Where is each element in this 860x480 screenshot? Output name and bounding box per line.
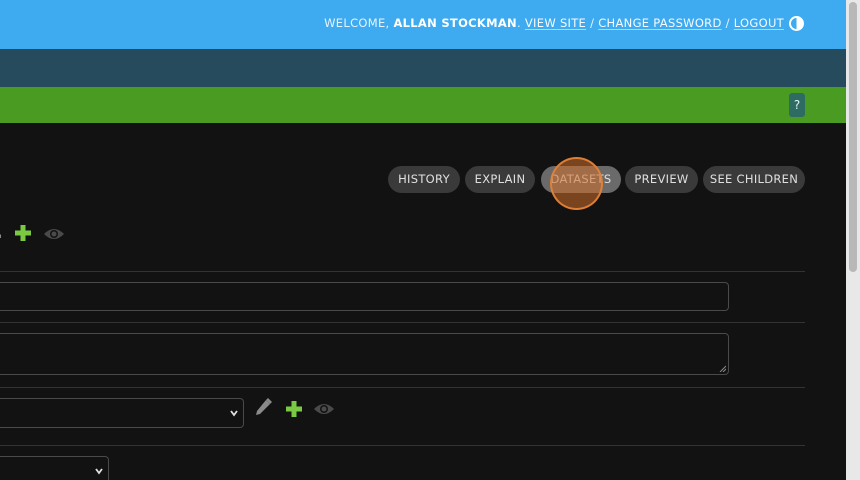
header: WELCOME, ALLAN STOCKMAN. VIEW SITE / CHA… (0, 0, 846, 49)
change-password-link[interactable]: CHANGE PASSWORD (598, 16, 721, 30)
view-site-link[interactable]: VIEW SITE (525, 16, 586, 30)
row-divider (0, 271, 805, 272)
preview-button[interactable]: PREVIEW (625, 166, 698, 193)
message-bar (0, 87, 846, 123)
help-button[interactable]: ? (789, 93, 805, 117)
user-name: ALLAN STOCKMAN (393, 16, 517, 30)
pencil-icon[interactable] (254, 398, 272, 418)
separator: / (721, 16, 734, 30)
eye-icon[interactable] (43, 227, 65, 241)
chevron-down-icon (95, 468, 103, 475)
name-separator: . (516, 16, 525, 30)
related-select[interactable] (0, 398, 244, 428)
admin-page: WELCOME, ALLAN STOCKMAN. VIEW SITE / CHA… (0, 0, 860, 480)
row-divider (0, 322, 805, 323)
history-button[interactable]: HISTORY (388, 166, 460, 193)
pencil-icon[interactable] (0, 226, 4, 242)
see-children-button[interactable]: SEE CHILDREN (703, 166, 805, 193)
vertical-scrollbar[interactable] (846, 0, 860, 480)
theme-toggle-icon[interactable] (789, 16, 804, 31)
scrollbar-thumb[interactable] (849, 2, 857, 272)
separator: / (586, 16, 599, 30)
plus-icon[interactable] (285, 400, 303, 418)
resize-handle-icon[interactable] (719, 365, 726, 372)
text-input[interactable] (0, 282, 729, 311)
textarea-field[interactable] (0, 333, 729, 375)
user-tools: WELCOME, ALLAN STOCKMAN. VIEW SITE / CHA… (324, 16, 784, 30)
eye-icon[interactable] (313, 402, 335, 416)
chevron-down-icon (230, 410, 238, 417)
logout-link[interactable]: LOGOUT (734, 16, 784, 30)
row-divider (0, 387, 805, 388)
plus-icon[interactable] (14, 224, 32, 242)
datasets-button[interactable]: DATASETS (541, 166, 621, 193)
explain-button[interactable]: EXPLAIN (465, 166, 535, 193)
row-divider (0, 445, 805, 446)
welcome-text: WELCOME, (324, 16, 394, 30)
breadcrumbs-bar (0, 49, 846, 87)
secondary-select[interactable] (0, 456, 109, 480)
